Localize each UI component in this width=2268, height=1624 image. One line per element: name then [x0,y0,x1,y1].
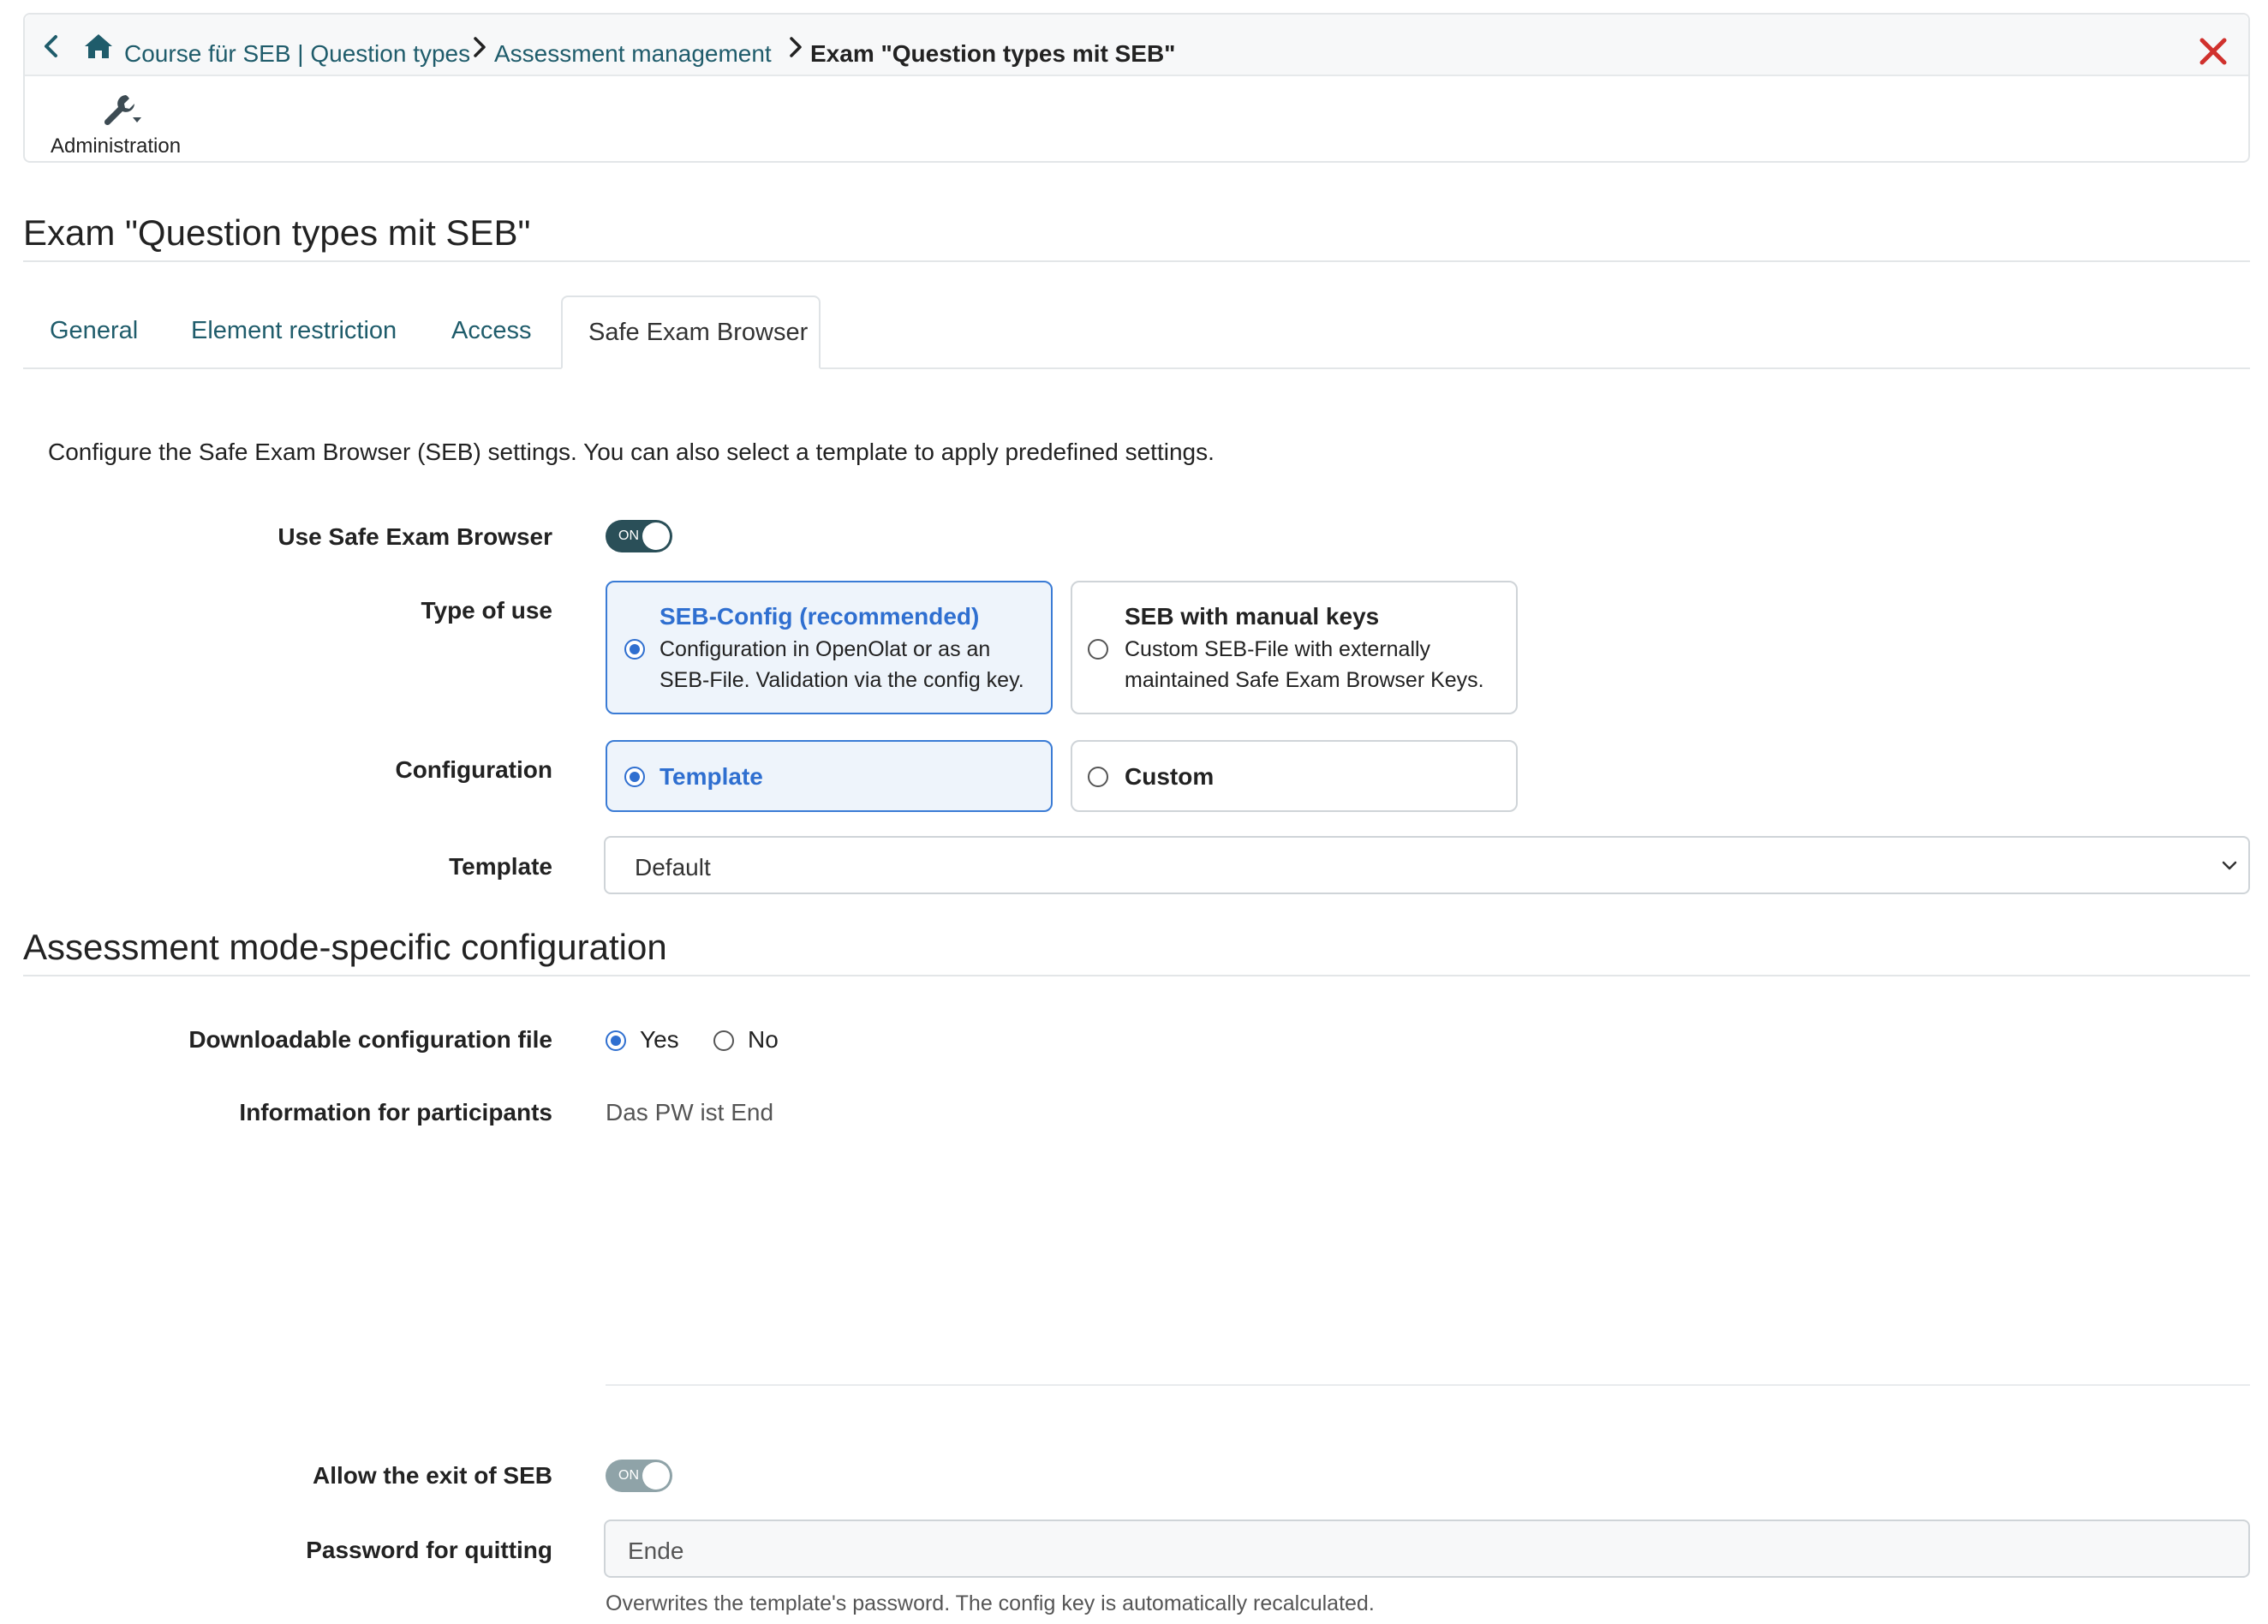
password-input-value: Ende [628,1537,684,1564]
wrench-icon [104,95,141,126]
password-input[interactable]: Ende [604,1520,2250,1578]
info-participants-value: Das PW ist End [606,1099,774,1125]
option-title: SEB-Config (recommended) [660,603,980,630]
breadcrumb: Course für SEB | Question types Assessme… [25,15,2248,76]
breadcrumb-course[interactable]: Course für SEB | Question types [124,40,470,68]
info-divider [606,1384,2250,1386]
password-help-text: Overwrites the template's password. The … [606,1591,1375,1615]
option-title: SEB with manual keys [1125,603,1380,630]
toggle-knob [642,522,670,550]
type-manual-keys-option[interactable]: SEB with manual keys Custom SEB-File wit… [1071,581,1518,714]
radio-button[interactable] [1088,639,1108,660]
option-title: Template [660,763,763,790]
template-select[interactable]: Default [604,836,2250,894]
radio-button[interactable] [1088,767,1108,787]
allow-exit-toggle[interactable]: ON [606,1460,672,1492]
option-desc-line2: maintained Safe Exam Browser Keys. [1125,668,1484,692]
tab-safe-exam-browser[interactable]: Safe Exam Browser [561,296,821,369]
tab-access[interactable]: Access [451,317,531,345]
downloadable-yes-radio[interactable] [606,1030,626,1051]
back-chevron-icon[interactable] [40,33,63,59]
downloadable-config-label: Downloadable configuration file [188,1026,552,1053]
type-of-use-label: Type of use [421,597,552,624]
tab-safe-exam-browser-label: Safe Exam Browser [588,319,809,346]
breadcrumb-current: Exam "Question types mit SEB" [810,40,1176,67]
section-divider [23,975,2250,976]
option-desc-line1: Configuration in OpenOlat or as an [660,637,991,661]
section-title: Assessment mode-specific configuration [23,927,667,967]
breadcrumb-assessment-management[interactable]: Assessment management [494,40,772,68]
configuration-label: Configuration [395,756,552,783]
config-custom-option[interactable]: Custom [1071,740,1518,812]
toggle-on-text: ON [618,1468,639,1483]
radio-button[interactable] [624,639,645,660]
allow-exit-label: Allow the exit of SEB [312,1462,552,1489]
chevron-right-icon [790,37,802,57]
radio-button[interactable] [624,767,645,787]
header-panel: Course für SEB | Question types Assessme… [23,13,2250,163]
toggle-on-text: ON [618,528,639,543]
chevron-right-icon [474,37,486,57]
use-seb-label: Use Safe Exam Browser [278,523,552,550]
chevron-down-icon [2222,861,2237,870]
tabs-divider [23,367,2250,369]
option-desc-line1: Custom SEB-File with externally [1125,637,1431,661]
home-icon[interactable] [83,33,114,60]
info-participants-label: Information for participants [239,1099,552,1125]
option-title: Custom [1125,763,1215,790]
close-icon[interactable] [2197,35,2229,68]
template-selected-value: Default [635,854,711,881]
tab-general[interactable]: General [50,317,138,345]
title-divider [23,260,2250,262]
page-title: Exam "Question types mit SEB" [23,212,531,253]
option-desc-line2: SEB-File. Validation via the config key. [660,668,1024,692]
toggle-knob [642,1462,670,1490]
config-template-option[interactable]: Template [606,740,1053,812]
use-seb-toggle[interactable]: ON [606,520,672,552]
password-label: Password for quitting [306,1537,552,1563]
downloadable-no-label[interactable]: No [748,1026,779,1054]
administration-label: Administration [51,134,182,158]
template-label: Template [449,853,552,880]
administration-menu-button[interactable]: Administration [35,83,181,158]
type-seb-config-option[interactable]: SEB-Config (recommended) Configuration i… [606,581,1053,714]
intro-text: Configure the Safe Exam Browser (SEB) se… [48,439,1215,465]
downloadable-yes-label[interactable]: Yes [640,1026,679,1054]
tab-element-restriction[interactable]: Element restriction [191,317,397,345]
downloadable-no-radio[interactable] [713,1030,734,1051]
